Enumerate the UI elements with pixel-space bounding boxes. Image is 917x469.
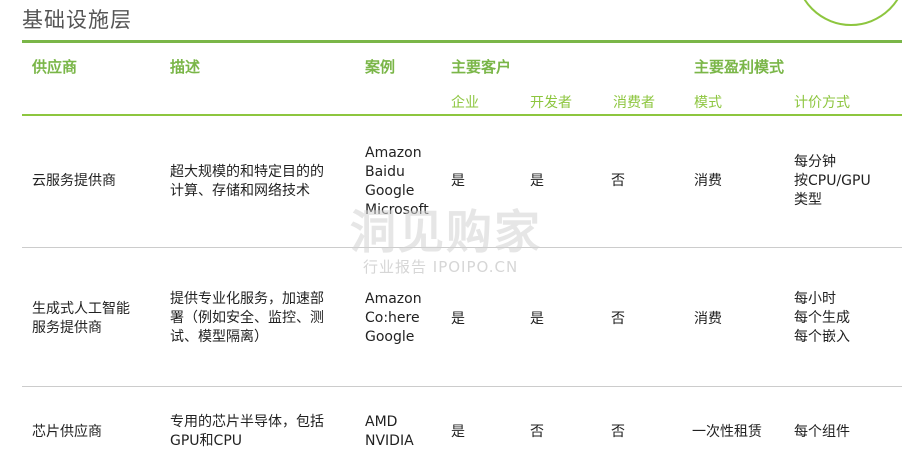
row-divider [22, 386, 902, 387]
cell-developer: 是 [530, 173, 544, 189]
header-supplier: 供应商 [32, 58, 78, 76]
header-main-customers: 主要客户 [451, 58, 512, 76]
header-bottom-rule [22, 114, 902, 116]
header-description: 描述 [170, 58, 201, 76]
cell-supplier: 生成式人工智能 服务提供商 [32, 301, 130, 336]
subheader-enterprise: 企业 [451, 95, 479, 111]
cell-pricing: 每分钟 按CPU/GPU 类型 [794, 154, 871, 208]
cell-pricing: 每小时 每个生成 每个嵌入 [794, 291, 850, 345]
subheader-consumer: 消费者 [613, 95, 655, 111]
cell-developer: 是 [530, 311, 544, 327]
cell-description: 超大规模的和特定目的的 计算、存储和网络技术 [170, 164, 324, 199]
page-title: 基础设施层 [22, 8, 132, 32]
cell-description: 提供专业化服务，加速部 署（例如安全、监控、测 试、模型隔离） [170, 291, 324, 345]
cell-mode: 消费 [694, 311, 722, 327]
cell-consumer: 否 [611, 311, 625, 327]
cell-enterprise: 是 [451, 311, 465, 327]
subheader-developer: 开发者 [530, 95, 572, 111]
subheader-pricing: 计价方式 [794, 95, 850, 111]
header-example: 案例 [365, 58, 396, 76]
cell-pricing: 每个组件 [794, 424, 850, 440]
cell-description: 专用的芯片半导体，包括 GPU和CPU [170, 414, 324, 449]
watermark-logo: 洞见购家 [350, 205, 542, 259]
cell-developer: 否 [530, 424, 544, 440]
watermark-caption: 行业报告 IPOIPO.CN [363, 258, 519, 276]
cell-example: Amazon Co:here Google [365, 291, 422, 345]
cell-supplier: 云服务提供商 [32, 173, 116, 189]
cell-enterprise: 是 [451, 173, 465, 189]
header-profit-model: 主要盈利模式 [694, 58, 785, 76]
cell-enterprise: 是 [451, 424, 465, 440]
cell-mode: 一次性租赁 [692, 424, 762, 440]
cell-consumer: 否 [611, 424, 625, 440]
cell-consumer: 否 [611, 173, 625, 189]
cell-supplier: 芯片供应商 [32, 424, 102, 440]
subheader-mode: 模式 [694, 95, 722, 111]
cell-example: AMD NVIDIA [365, 414, 414, 449]
table-top-rule [22, 40, 902, 43]
decorative-arc [795, 0, 907, 26]
cell-mode: 消费 [694, 173, 722, 189]
